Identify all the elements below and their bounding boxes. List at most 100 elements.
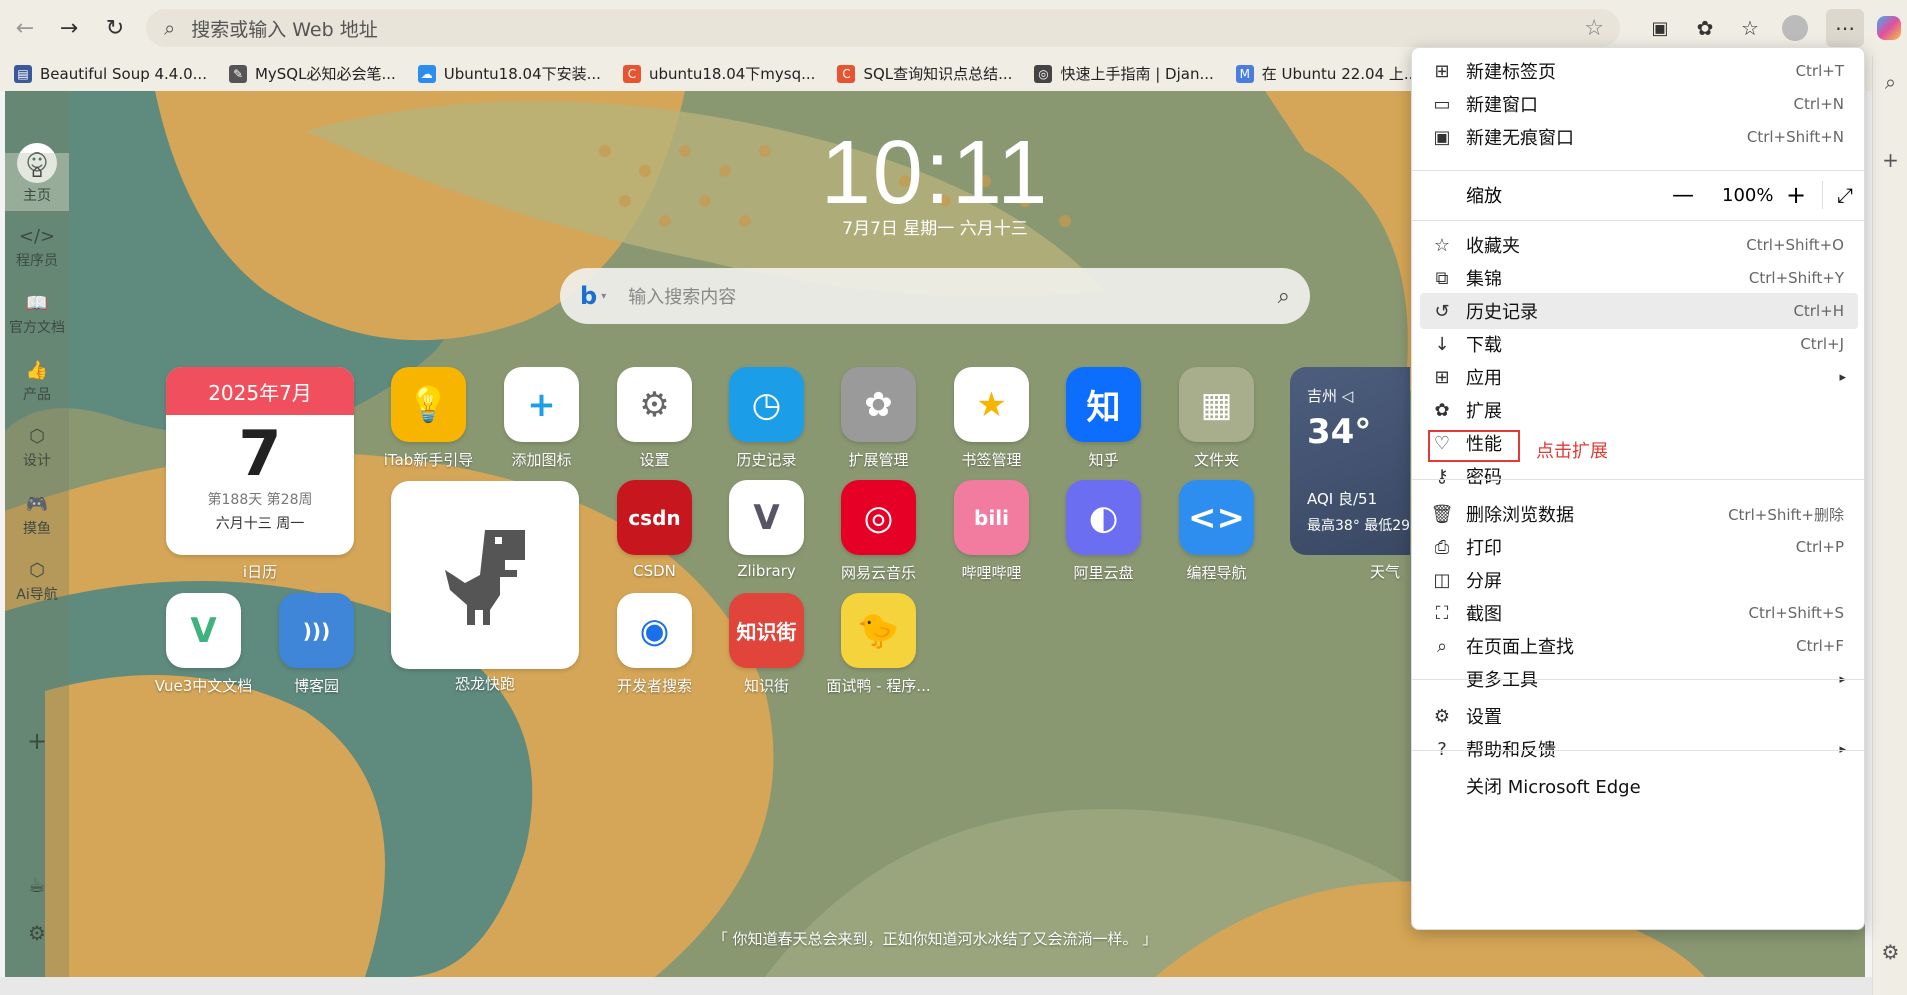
extensions-icon: ✿	[1434, 399, 1450, 421]
coffee-icon[interactable]: ☕	[5, 873, 69, 897]
menu-item-10[interactable]: ⚷ 密码	[1420, 458, 1858, 494]
devsearch-icon: ◉	[617, 593, 692, 668]
sidebar-item-4[interactable]: ⬡ 设计	[5, 418, 69, 476]
menu-item-label: 集锦	[1466, 269, 1502, 290]
bookmark-item[interactable]: ✎ MySQL必知必会笔...	[228, 63, 396, 84]
bookmark-item[interactable]: ☁ Ubuntu18.04下安装...	[417, 63, 601, 84]
add-icon[interactable]: +	[1873, 148, 1907, 172]
zoom-out-button[interactable]: —	[1672, 183, 1694, 208]
forward-icon[interactable]: →	[50, 9, 88, 47]
screenshot-icon: ⛶	[1435, 602, 1449, 624]
profile-avatar[interactable]	[1776, 9, 1814, 47]
shortcut-ext[interactable]: ✿ 扩展管理	[841, 367, 916, 470]
menu-item-label: 设置	[1466, 707, 1502, 728]
bookmark-item[interactable]: C SQL查询知识点总结...	[837, 63, 1012, 84]
menu-item-8[interactable]: ✿ 扩展	[1420, 392, 1858, 428]
menu-shortcut: Ctrl+Shift+N	[1746, 128, 1844, 146]
more-menu-button[interactable]: ⋯	[1826, 9, 1864, 47]
menu-item-3[interactable]: ☆ 收藏夹 Ctrl+Shift+O	[1420, 227, 1858, 263]
favorites-icon[interactable]: ☆	[1731, 9, 1769, 47]
fullscreen-button[interactable]: ⤢	[1837, 183, 1853, 207]
bookmark-favicon-icon: ✎	[228, 64, 247, 83]
shortcut-vue[interactable]: V Vue3中文文档	[155, 593, 252, 696]
menu-item-17[interactable]: ⚙ 设置	[1420, 698, 1858, 734]
sidebar-item-3[interactable]: 👍 产品	[5, 352, 69, 410]
menu-item-5[interactable]: ↺ 历史记录 Ctrl+H	[1420, 293, 1858, 329]
duck-icon: 🐤	[841, 593, 916, 668]
add-category-icon[interactable]: +	[5, 727, 69, 755]
menu-item-7[interactable]: ⊞ 应用 ▸	[1420, 359, 1858, 395]
shortcut-label: 哔哩哔哩	[961, 564, 1022, 582]
menu-item-14[interactable]: ⛶ 截图 Ctrl+Shift+S	[1420, 595, 1858, 631]
shortcut-settings[interactable]: ⚙ 设置	[617, 367, 692, 470]
menu-item-2[interactable]: ▣ 新建无痕窗口 Ctrl+Shift+N	[1420, 119, 1858, 155]
shortcut-label: 设置	[639, 451, 670, 469]
bookmark-item[interactable]: Cubuntu18.04下mysq...	[622, 63, 815, 84]
address-bar[interactable]: ⌕ 搜索或输入 Web 地址 ☆	[146, 9, 1620, 47]
menu-item-15[interactable]: ⌕ 在页面上查找 Ctrl+F	[1420, 628, 1858, 664]
bookmark-item[interactable]: M 在 Ubuntu 22.04 上...	[1235, 63, 1418, 84]
back-icon[interactable]: ←	[6, 9, 44, 47]
shortcut-aliyun[interactable]: ◐ 阿里云盘	[1066, 480, 1141, 583]
extensions-icon[interactable]: ✿	[1686, 9, 1724, 47]
bookmark-item[interactable]: ▤ Beautiful Soup 4.4.0...	[14, 64, 207, 83]
menu-item-19[interactable]: 关闭 Microsoft Edge	[1420, 768, 1858, 804]
settings-icon[interactable]: ⚙	[1873, 940, 1907, 964]
search-icon[interactable]: ⌕	[1873, 70, 1907, 94]
shortcut-history[interactable]: ◷ 历史记录	[729, 367, 804, 470]
chevron-right-icon: ▸	[1839, 369, 1846, 385]
shortcut-cnblogs[interactable]: ))) 博客园	[279, 593, 354, 696]
menu-item-12[interactable]: ⎙ 打印 Ctrl+P	[1420, 529, 1858, 565]
menu-divider	[1412, 479, 1864, 480]
weather-widget[interactable]: 吉州 ◁ 34° AQI 良/51 最高38° 最低29	[1290, 367, 1410, 555]
shortcut-bmk[interactable]: ★ 书签管理	[954, 367, 1029, 470]
menu-item-11[interactable]: 🗑 删除浏览数据 Ctrl+Shift+删除	[1420, 496, 1858, 532]
shortcut-itab[interactable]: 💡 iTab新手引导	[384, 367, 473, 470]
menu-item-18[interactable]: ? 帮助和反馈 ▸	[1420, 731, 1858, 767]
chevron-down-icon[interactable]: ▾	[601, 291, 606, 302]
menu-item-13[interactable]: ◫ 分屏	[1420, 562, 1858, 598]
menu-item-label: 打印	[1466, 538, 1502, 559]
sidebar-item-0[interactable]: ⌂ 主页	[5, 153, 69, 211]
calendar-widget[interactable]: 2025年7月 7 第188天 第28周 六月十三 周一	[166, 367, 354, 555]
shortcut-csdn[interactable]: csdn CSDN	[617, 480, 692, 580]
bookmark-favicon-icon: M	[1235, 64, 1254, 83]
menu-item-0[interactable]: ⊞ 新建标签页 Ctrl+T	[1420, 53, 1858, 89]
menu-item-6[interactable]: ↓ 下载 Ctrl+J	[1420, 326, 1858, 362]
menu-item-4[interactable]: ⧉ 集锦 Ctrl+Shift+Y	[1420, 260, 1858, 296]
shortcut-devsearch[interactable]: ◉ 开发者搜索	[617, 593, 692, 696]
favorite-star-icon[interactable]: ☆	[1584, 16, 1604, 41]
shortcut-add[interactable]: + 添加图标	[504, 367, 579, 470]
shortcut-duck[interactable]: 🐤 面试鸭 - 程序...	[826, 593, 931, 696]
annotation-label: 点击扩展	[1536, 441, 1608, 462]
copilot-icon[interactable]	[1870, 9, 1907, 47]
refresh-icon[interactable]: ↻	[96, 9, 134, 47]
bing-icon[interactable]: b	[580, 282, 597, 310]
search-placeholder: 输入搜索内容	[628, 287, 737, 308]
menu-item-label: 应用	[1466, 368, 1502, 389]
shortcut-bili[interactable]: bili 哔哩哔哩	[954, 480, 1029, 583]
menu-item-1[interactable]: ▭ 新建窗口 Ctrl+N	[1420, 86, 1858, 122]
print-icon: ⎙	[1434, 536, 1450, 558]
shortcut-zhihu[interactable]: 知知乎	[1066, 367, 1141, 470]
shortcut-netease[interactable]: ◎ 网易云音乐	[841, 480, 916, 583]
sidebar-item-2[interactable]: 📖 官方文档	[5, 285, 69, 343]
menu-shortcut: Ctrl+Shift+Y	[1748, 269, 1844, 287]
dino-game-widget[interactable]	[391, 481, 579, 669]
search-box[interactable]: b ▾ 输入搜索内容 ⌕	[560, 268, 1310, 324]
sidebar-item-1[interactable]: </> 程序员	[5, 218, 69, 276]
shortcut-zsj[interactable]: 知识街 知识街	[729, 593, 804, 696]
workspaces-icon[interactable]: ▣	[1641, 9, 1679, 47]
shortcut-codenav[interactable]: <> 编程导航	[1179, 480, 1254, 583]
settings-icon[interactable]: ⚙	[5, 921, 69, 945]
search-icon[interactable]: ⌕	[1278, 284, 1290, 309]
zoom-in-button[interactable]: +	[1786, 181, 1806, 209]
shortcut-label: 扩展管理	[848, 451, 909, 469]
shortcut-zlib[interactable]: V Zlibrary	[729, 480, 804, 580]
bookmark-item[interactable]: ◎ 快速上手指南 | Djan...	[1034, 63, 1214, 84]
menu-item-label: 新建窗口	[1466, 95, 1538, 116]
sidebar-item-5[interactable]: 🎮 摸鱼	[5, 486, 69, 544]
shortcut-folder[interactable]: ▦ 文件夹	[1179, 367, 1254, 470]
weather-temp: 34°	[1307, 412, 1372, 452]
sidebar-item-6[interactable]: ⬡ Ai导航	[5, 552, 69, 610]
